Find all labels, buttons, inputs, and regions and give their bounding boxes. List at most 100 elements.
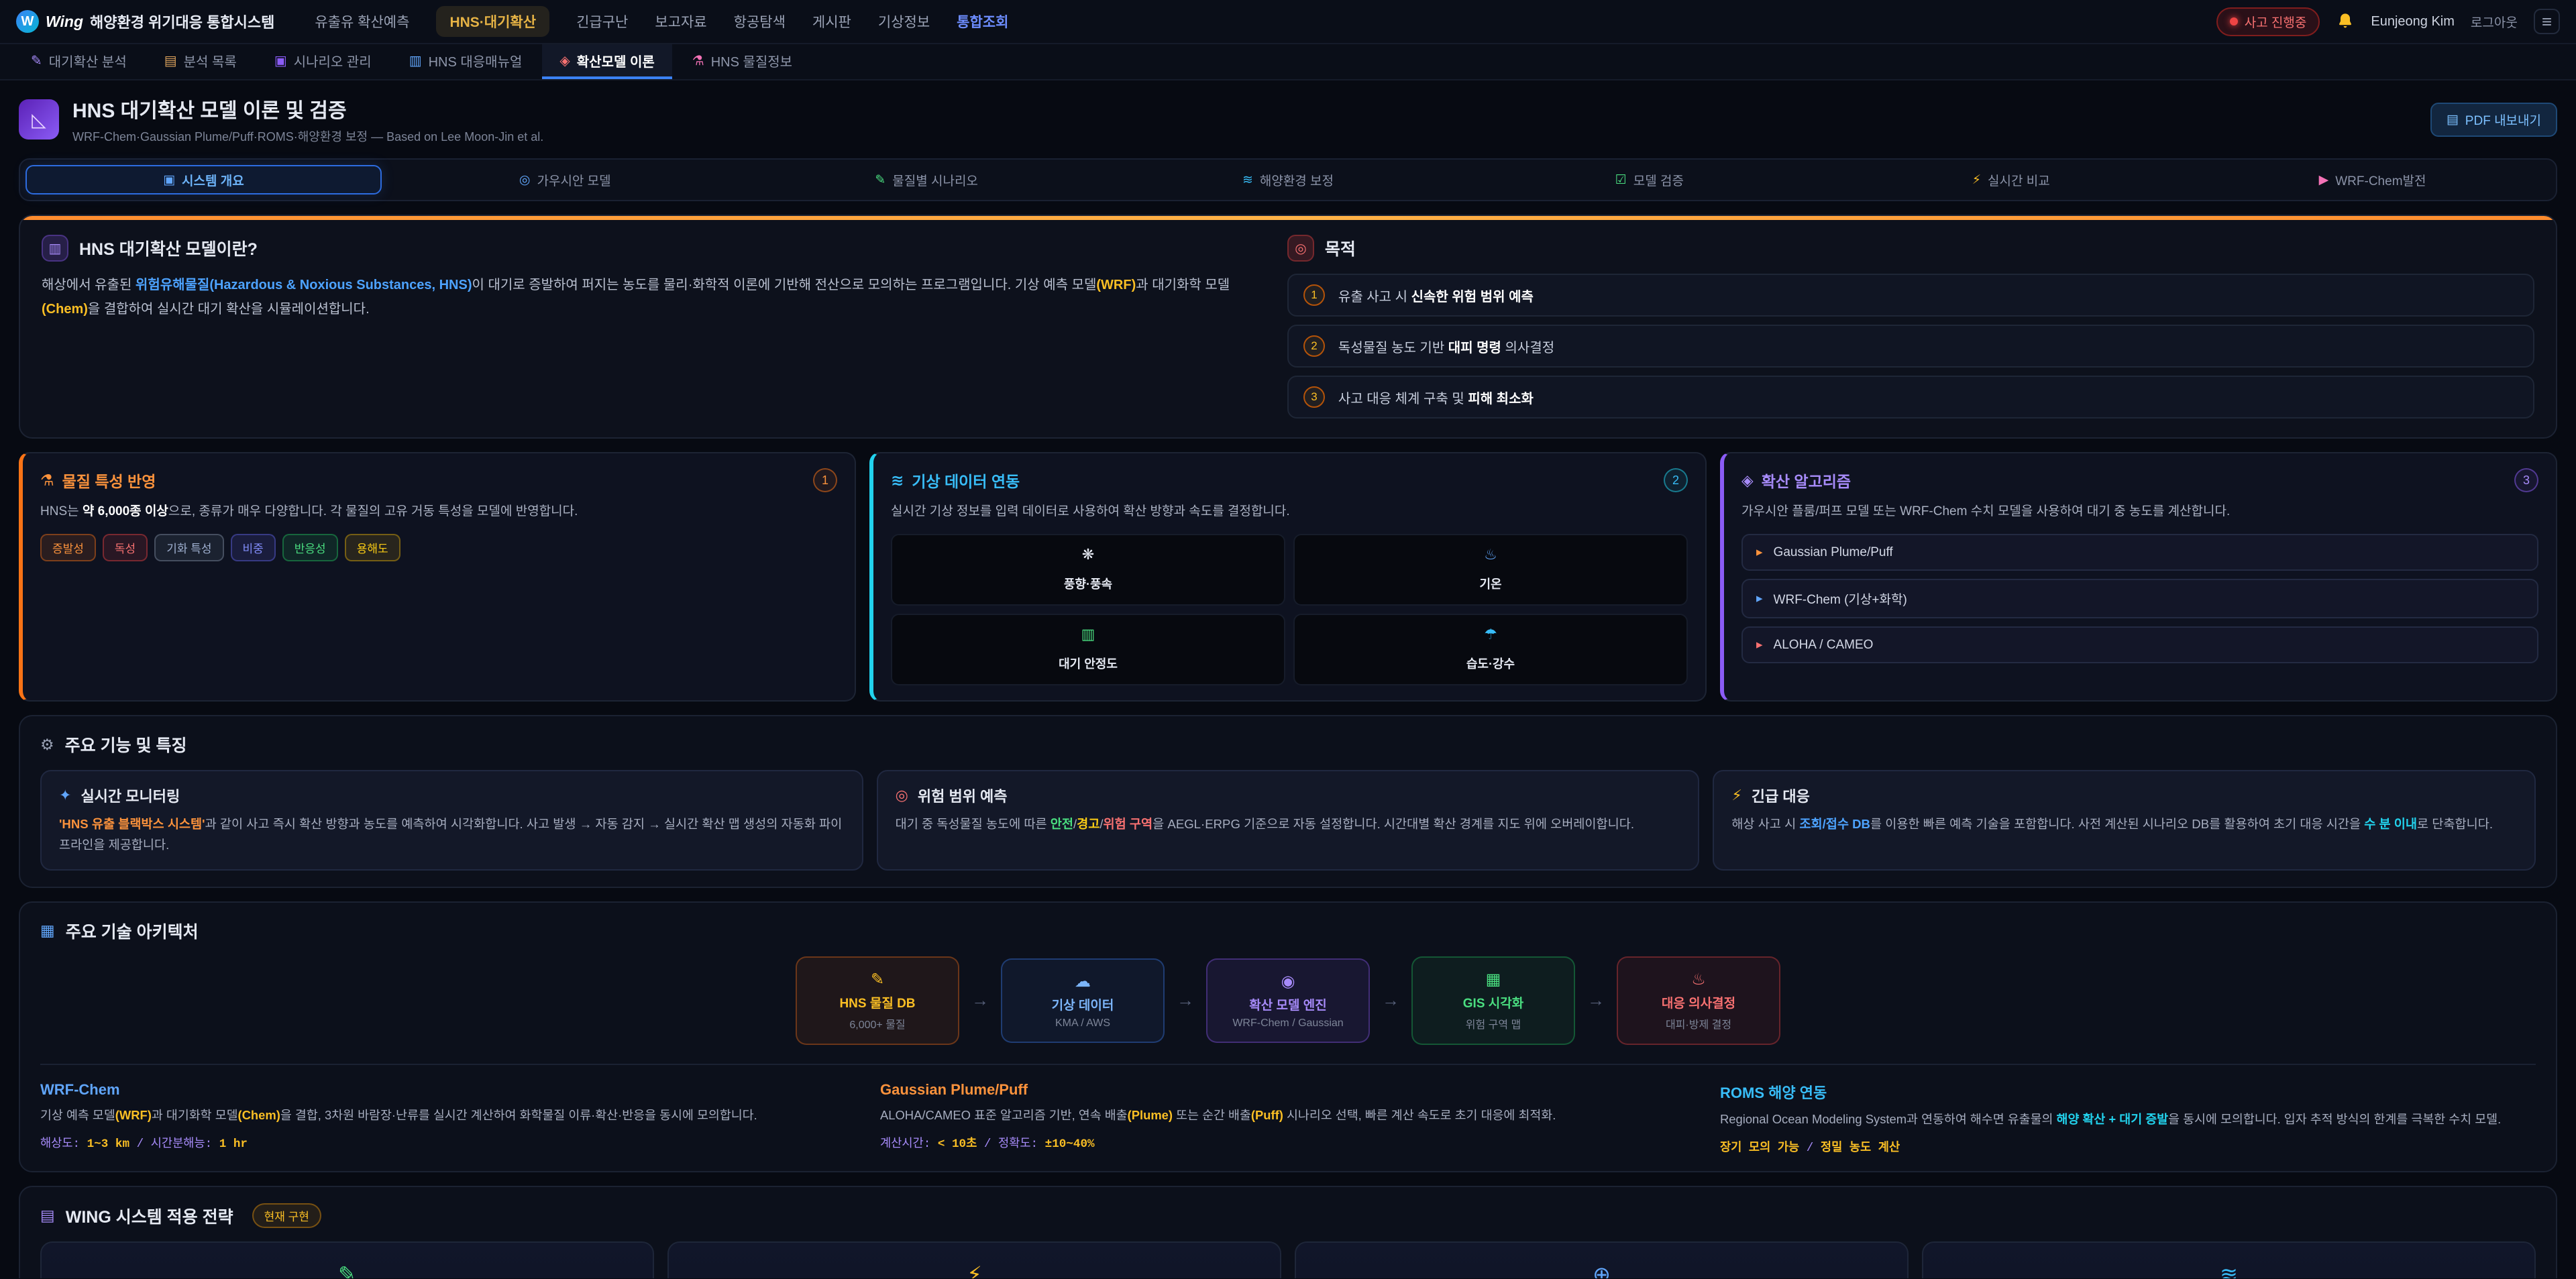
- list-item-aloha-cameo[interactable]: ▸ ALOHA / CAMEO: [1741, 626, 2538, 663]
- chart-icon: ◈: [1741, 471, 1754, 490]
- nav-item-integrated-search[interactable]: 통합조회: [957, 11, 1008, 32]
- hns-db-card[interactable]: ✎ HNS DB 연동 CHRIS/CAMEO DB 6,000+종 물질 검색: [40, 1241, 654, 1278]
- nav-item-oil-spill-forecast[interactable]: 유출유 확산예측: [315, 11, 409, 32]
- tag-reactivity[interactable]: 반응성: [282, 534, 338, 561]
- tab-hns-substance-info[interactable]: ⚗ HNS 물질정보: [675, 44, 810, 79]
- lightning-icon: ⚡: [1972, 172, 1981, 188]
- stat-value: 장기 모의 가능: [1720, 1142, 1807, 1155]
- globe-icon: ⊕: [1309, 1262, 1894, 1278]
- wind-tile: ❋ 풍향·풍속: [891, 534, 1285, 606]
- bullet-icon: ▸: [1756, 591, 1763, 606]
- flow-title: 확산 모델 엔진: [1218, 995, 1358, 1013]
- user-name[interactable]: Eunjeong Kim: [2371, 14, 2455, 30]
- tag-toxic[interactable]: 독성: [103, 534, 148, 561]
- roms-card[interactable]: ≋ ROMS 연동 해양-대기 결합 장기 예측 지원: [1922, 1241, 2536, 1278]
- text-segment: HNS는: [40, 504, 83, 518]
- tab-diffusion-model-theory[interactable]: ◈ 확산모델 이론: [542, 44, 672, 79]
- nav-item-board[interactable]: 게시판: [812, 11, 851, 32]
- card-title: 물질 특성 반영: [62, 469, 156, 492]
- tab-hns-response-manual[interactable]: ▥ HNS 대응매뉴얼: [392, 44, 540, 79]
- model-definition-block: ▥ HNS 대기확산 모델이란? 해상에서 유출된 위험유해물질(Hazardo…: [42, 235, 1252, 419]
- cyclone-icon: ◎: [519, 172, 531, 188]
- nav-item-aerial-search[interactable]: 항공탐색: [734, 11, 786, 32]
- pill-label: 물질별 시나리오: [892, 171, 978, 189]
- pill-model-validation[interactable]: ☑ 모델 검증: [1471, 165, 1827, 194]
- nav-item-weather-info[interactable]: 기상정보: [878, 11, 930, 32]
- pill-marine-correction[interactable]: ≋ 해양환경 보정: [1110, 165, 1466, 194]
- flow-title: GIS 시각화: [1424, 993, 1563, 1011]
- pill-system-overview[interactable]: ▣ 시스템 개요: [25, 165, 382, 194]
- chart-icon: ◈: [559, 52, 570, 69]
- card-body: 가우시안 플룸/퍼프 모델 또는 WRF-Chem 수치 모델을 사용하여 대기…: [1741, 502, 2538, 522]
- wrf-chem-column: WRF-Chem 기상 예측 모델(WRF)과 대기화학 모델(Chem)을 결…: [40, 1081, 856, 1155]
- pill-label: 모델 검증: [1633, 171, 1684, 189]
- menu-icon[interactable]: ≡: [2534, 9, 2560, 34]
- flow-decision-making: ♨ 대응 의사결정 대피·방제 결정: [1617, 956, 1780, 1045]
- tab-scenario-management[interactable]: ▣ 시나리오 관리: [257, 44, 389, 79]
- temperature-tile: ♨ 기온: [1293, 534, 1688, 606]
- engine-icon: ◉: [1218, 972, 1358, 991]
- lightning-icon: ⚡: [1731, 787, 1741, 804]
- flow-subtitle: WRF-Chem / Gaussian: [1218, 1017, 1358, 1030]
- pdf-export-button[interactable]: ▤ PDF 내보내기: [2430, 103, 2557, 137]
- pill-label: 실시간 비교: [1988, 171, 2050, 189]
- tile-label: 습도·강수: [1466, 657, 1515, 671]
- nav-item-hns-atmospheric[interactable]: HNS·대기확산: [436, 6, 549, 37]
- tag-evaporative[interactable]: 증발성: [40, 534, 96, 561]
- notification-bell-icon[interactable]: [2336, 12, 2355, 31]
- definition-title: HNS 대기확산 모델이란?: [79, 236, 258, 260]
- text-segment: 을 AEGL·ERPG 기준으로 자동 설정합니다. 시간대별 확산 경계를 지…: [1152, 817, 1634, 831]
- app-logo[interactable]: W Wing: [16, 10, 83, 33]
- pill-wrf-chem-evolution[interactable]: ▶ WRF-Chem발전: [2194, 165, 2551, 194]
- db-highlight: 조회/접수 DB: [1799, 817, 1870, 831]
- text-segment: 사고 대응 체계 구축 및: [1338, 392, 1468, 406]
- cloud-icon: ☁: [1013, 972, 1152, 991]
- list-item-wrf-chem[interactable]: ▸ WRF-Chem (기상+화학): [1741, 579, 2538, 618]
- gaussian-model-card[interactable]: ⚡ 가우시안 모델 ALOHA + 점오염원 모델 초기대응 10초 이내: [667, 1241, 1281, 1278]
- warning-zone-highlight: 경고: [1077, 817, 1099, 831]
- pill-gaussian-model[interactable]: ◎ 가우시안 모델: [387, 165, 743, 194]
- bullet-icon: ▸: [1756, 545, 1763, 560]
- text-segment: 기상 예측 모델: [40, 1108, 115, 1122]
- panel-header: ▤ WING 시스템 적용 전략 현재 구현: [40, 1203, 2536, 1228]
- satellite-icon: ✦: [59, 787, 71, 804]
- wrf-chem-card[interactable]: ⊕ WRF-Chem 정밀 수치 모의 3D 확산 시뮬레이션: [1295, 1241, 1909, 1278]
- tab-atmospheric-analysis[interactable]: ✎ 대기확산 분석: [13, 44, 144, 79]
- flow-title: 기상 데이터: [1013, 995, 1152, 1013]
- nav-item-reports[interactable]: 보고자료: [655, 11, 706, 32]
- tag-vaporization[interactable]: 기화 특성: [154, 534, 223, 561]
- list-item-gaussian[interactable]: ▸ Gaussian Plume/Puff: [1741, 534, 2538, 571]
- page-header: ◺ HNS 대기확산 모델 이론 및 검증 WRF-Chem·Gaussian …: [0, 80, 2576, 156]
- number-badge: 1: [1303, 284, 1325, 306]
- tech-columns: WRF-Chem 기상 예측 모델(WRF)과 대기화학 모델(Chem)을 결…: [40, 1064, 2536, 1155]
- text-segment: 로 단축합니다.: [2417, 817, 2493, 831]
- tab-label: 확산모델 이론: [577, 51, 655, 70]
- tab-analysis-list[interactable]: ▤ 분석 목록: [147, 44, 254, 79]
- nav-item-emergency-rescue[interactable]: 긴급구난: [576, 11, 628, 32]
- humidity-tile: ☂ 습도·강수: [1293, 614, 1688, 685]
- pill-substance-scenarios[interactable]: ✎ 물질별 시나리오: [749, 165, 1105, 194]
- tag-specific-gravity[interactable]: 비중: [231, 534, 276, 561]
- alert-icon: ♨: [1629, 970, 1768, 989]
- realtime-monitoring-card: ✦실시간 모니터링 'HNS 유출 블랙박스 시스템'과 같이 사고 즉시 확산…: [40, 770, 863, 870]
- incident-status-badge[interactable]: 사고 진행중: [2216, 7, 2320, 36]
- text-segment: 유출 사고 시: [1338, 290, 1411, 304]
- flow-weather-data: ☁ 기상 데이터 KMA / AWS: [1001, 958, 1165, 1043]
- panel-title: 주요 기능 및 특징: [65, 732, 187, 757]
- section-tabbar: ✎ 대기확산 분석 ▤ 분석 목록 ▣ 시나리오 관리 ▥ HNS 대응매뉴얼 …: [0, 44, 2576, 80]
- tag-solubility[interactable]: 용해도: [345, 534, 400, 561]
- text-segment: 과 대기화학 모델: [152, 1108, 238, 1122]
- plume-highlight: (Plume): [1128, 1108, 1173, 1122]
- pill-label: 가우시안 모델: [537, 171, 610, 189]
- flow-subtitle: 대피·방제 결정: [1629, 1015, 1768, 1032]
- view-pills: ▣ 시스템 개요 ◎ 가우시안 모델 ✎ 물질별 시나리오 ≋ 해양환경 보정 …: [19, 158, 2557, 201]
- logout-button[interactable]: 로그아웃: [2471, 13, 2518, 31]
- card-title: 실시간 모니터링: [80, 785, 180, 806]
- card-number-badge: 1: [813, 468, 837, 492]
- pill-realtime-comparison[interactable]: ⚡ 실시간 비교: [1833, 165, 2189, 194]
- wrf-highlight: (WRF): [115, 1108, 152, 1122]
- diffusion-algorithm-card: ◈확산 알고리즘 3 가우시안 플룸/퍼프 모델 또는 WRF-Chem 수치 …: [1720, 452, 2557, 702]
- text-strong: 대피 명령: [1448, 341, 1501, 355]
- card-title: 기상 데이터 연동: [912, 469, 1020, 492]
- flow-subtitle: 6,000+ 물질: [808, 1015, 947, 1032]
